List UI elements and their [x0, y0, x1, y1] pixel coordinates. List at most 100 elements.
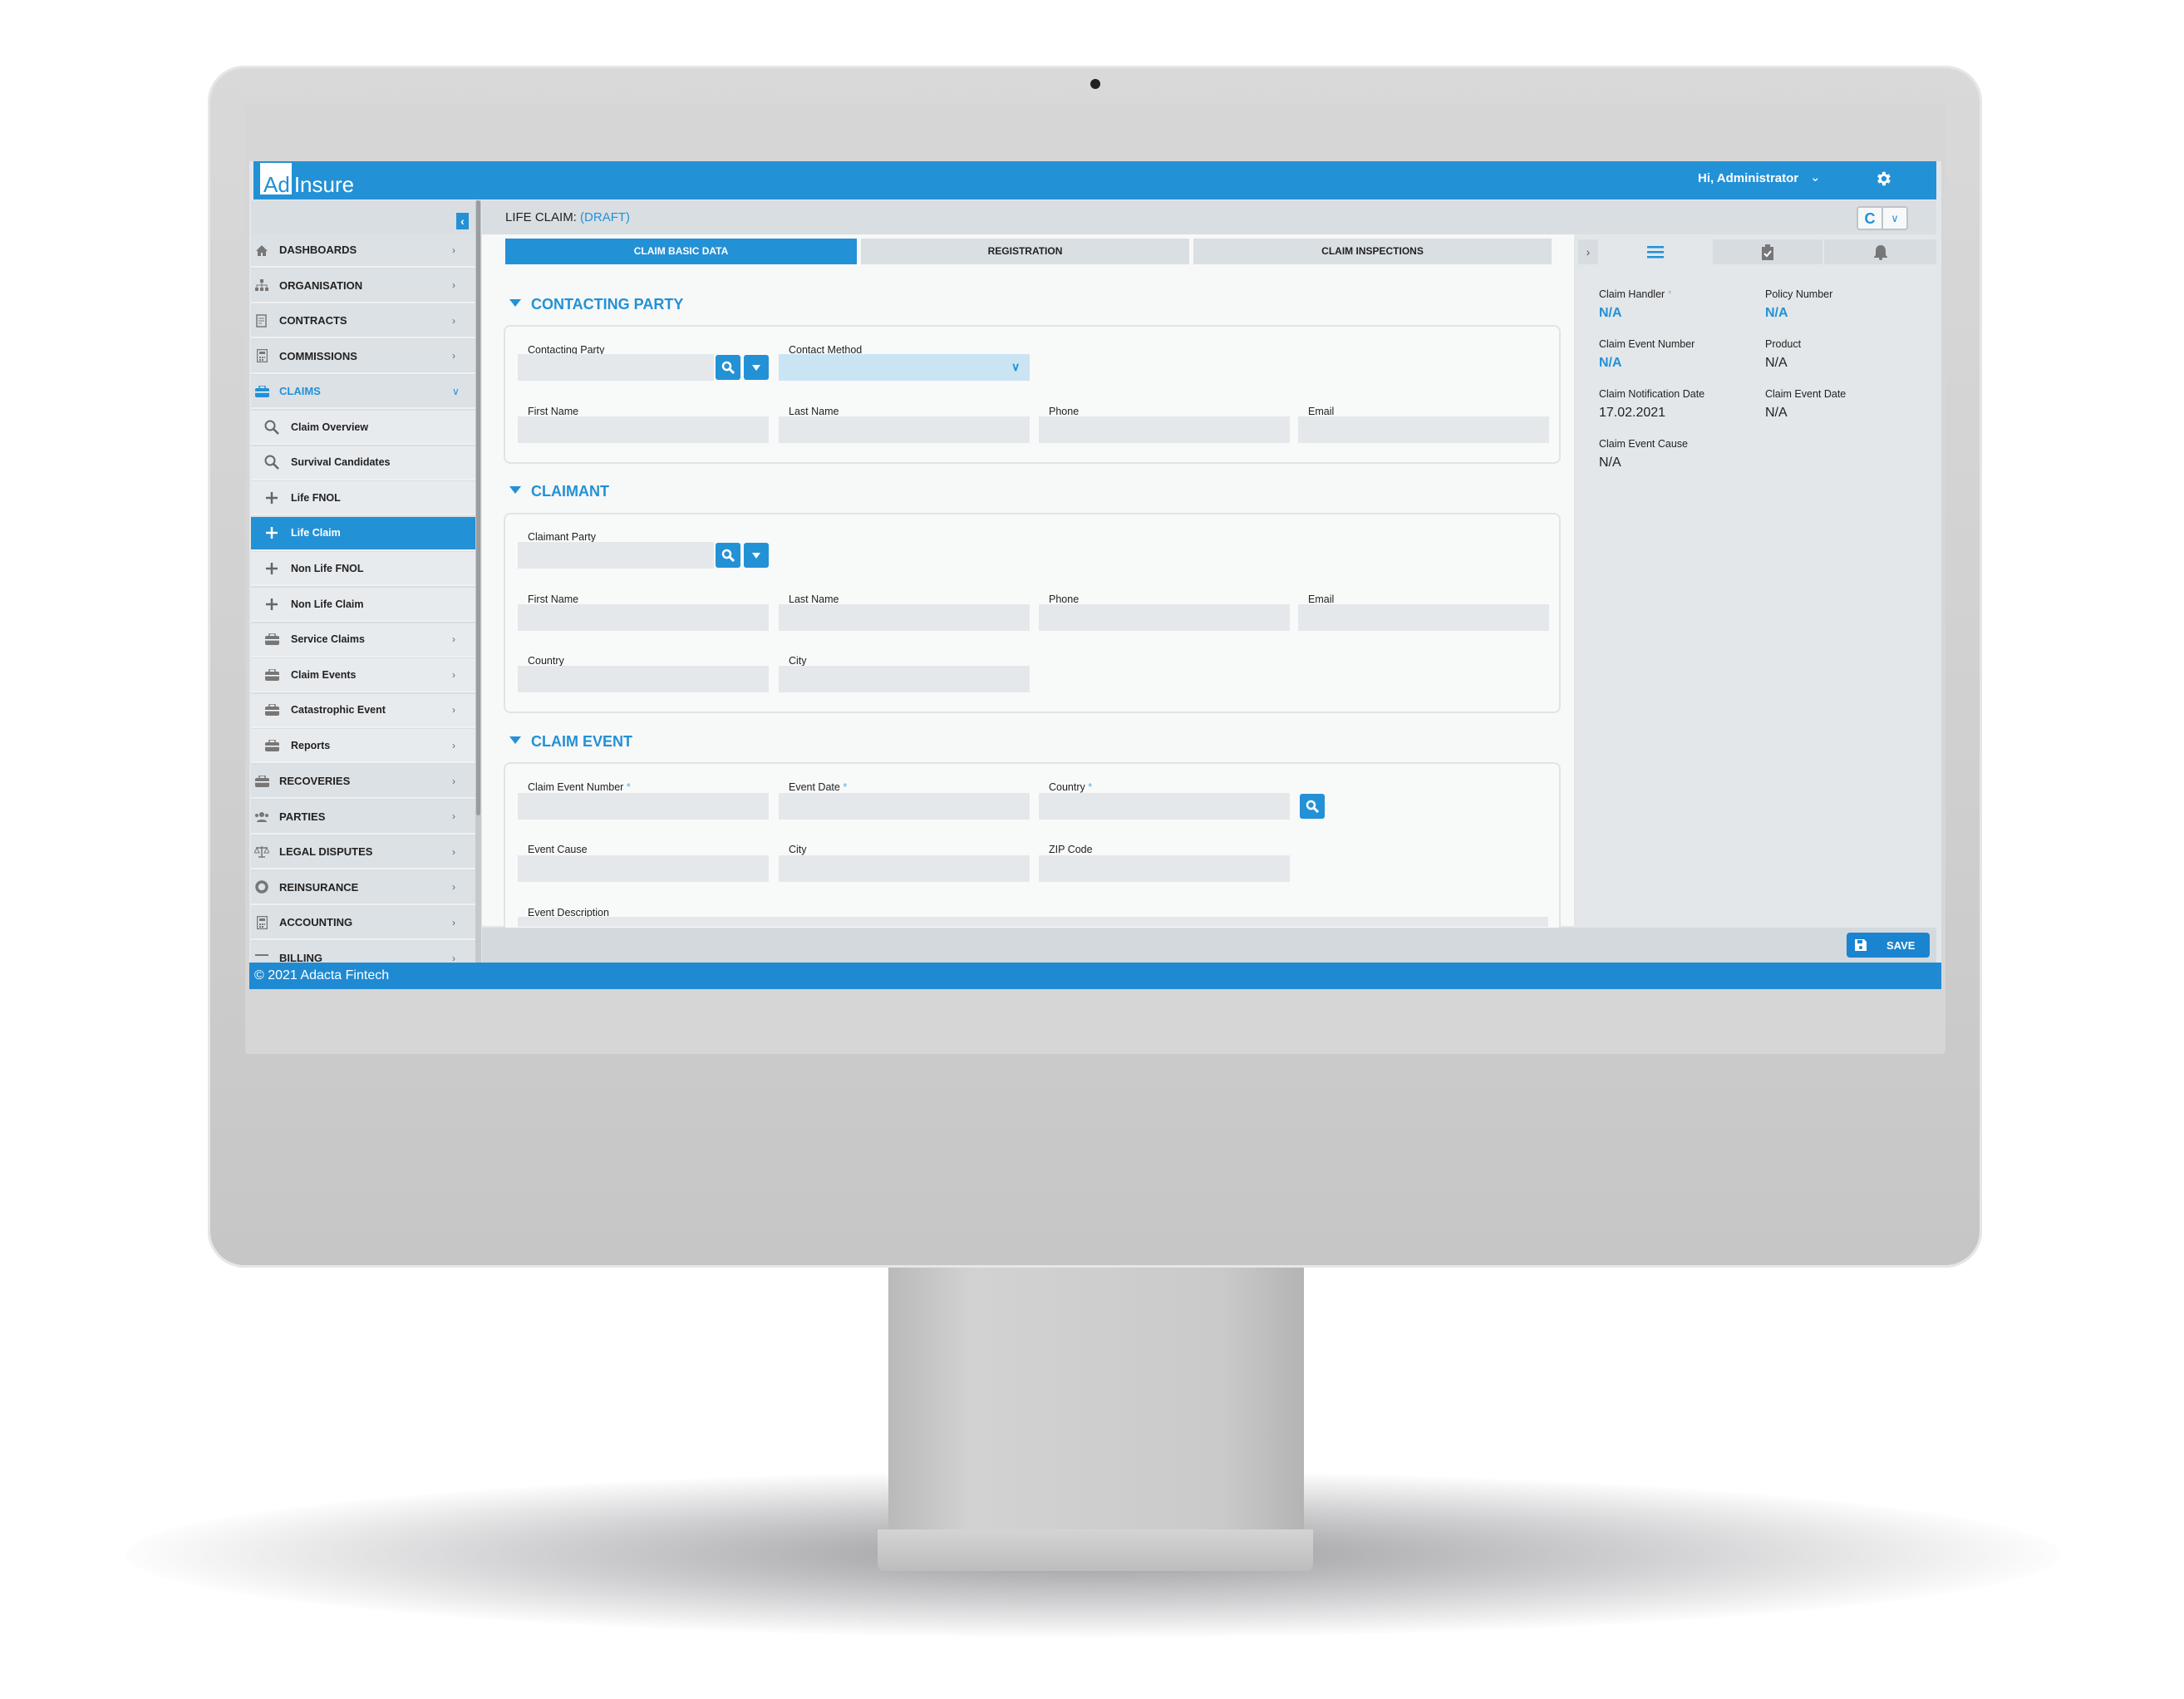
country-label: Country: [528, 655, 564, 667]
claim-event-number-value[interactable]: N/A: [1599, 356, 1622, 371]
sidebar-item-parties[interactable]: PARTIES ›: [251, 800, 475, 835]
claimant-party-dropdown-button[interactable]: [744, 543, 769, 568]
contacting-party-input[interactable]: [518, 354, 714, 381]
summary-tab-notifications[interactable]: [1824, 239, 1936, 264]
phone-input[interactable]: [1039, 604, 1290, 631]
page-title-text: LIFE CLAIM:: [505, 210, 577, 224]
summary-tab-details[interactable]: [1600, 239, 1711, 264]
section-claim-event-header[interactable]: CLAIM EVENT: [509, 733, 632, 751]
page-title: LIFE CLAIM: (DRAFT): [505, 210, 630, 224]
first-name-input[interactable]: [518, 604, 769, 631]
sidebar-item-non-life-claim[interactable]: Non Life Claim: [251, 588, 475, 622]
sidebar-item-claims[interactable]: CLAIMS ∨: [251, 375, 475, 410]
email-label: Email: [1308, 406, 1334, 417]
field-label-text: First Name: [528, 406, 579, 417]
sidebar-item-reinsurance[interactable]: REINSURANCE ›: [251, 870, 475, 905]
chevron-right-icon: ›: [452, 739, 455, 751]
tab-claim-basic-data[interactable]: CLAIM BASIC DATA: [505, 239, 857, 264]
zip-code-input[interactable]: [1039, 855, 1290, 882]
sidebar-item-label: ACCOUNTING: [279, 916, 353, 929]
chevron-down-icon: ∨: [452, 385, 460, 397]
claimant-party-input[interactable]: [518, 542, 714, 569]
country-input[interactable]: [518, 666, 769, 692]
sidebar-scrollbar[interactable]: [475, 200, 481, 963]
sidebar-item-service-claims[interactable]: Service Claims ›: [251, 623, 475, 657]
sidebar-item-claim-events[interactable]: Claim Events ›: [251, 658, 475, 693]
user-menu[interactable]: Hi, Administrator: [1698, 171, 1798, 185]
country-search-button[interactable]: [1300, 794, 1325, 819]
tab-registration[interactable]: REGISTRATION: [861, 239, 1189, 264]
chevron-down-icon[interactable]: ⌄: [1810, 170, 1821, 185]
gear-icon[interactable]: [1874, 170, 1892, 192]
search-icon: [721, 549, 735, 562]
event-cause-label: Event Cause: [528, 844, 588, 855]
app-window: Ad Insure Hi, Administrator ⌄ ‹ DASHBOARD…: [249, 161, 1941, 989]
sidebar-item-catastrophic-event[interactable]: Catastrophic Event ›: [251, 693, 475, 728]
city-input[interactable]: [779, 855, 1030, 882]
collapse-sidebar-button[interactable]: ‹: [456, 213, 469, 229]
sidebar-item-claim-overview[interactable]: Claim Overview: [251, 411, 475, 445]
first-name-input[interactable]: [518, 416, 769, 443]
sidebar-item-dashboards[interactable]: DASHBOARDS ›: [251, 234, 475, 268]
chevron-right-icon: ›: [452, 881, 455, 894]
version-button[interactable]: C: [1858, 208, 1883, 229]
sidebar-item-label: Catastrophic Event: [291, 704, 386, 717]
sidebar-item-reports[interactable]: Reports ›: [251, 729, 475, 764]
claimant-party-search-button[interactable]: [716, 543, 740, 568]
contacting-party-search-button[interactable]: [716, 355, 740, 380]
contact-method-input[interactable]: [779, 354, 1030, 381]
sidebar-item-life-claim[interactable]: Life Claim: [251, 516, 475, 551]
expand-panel-icon[interactable]: ›: [1578, 239, 1598, 264]
city-label: City: [789, 655, 807, 667]
top-header: Ad Insure Hi, Administrator ⌄: [253, 161, 1936, 199]
chevron-right-icon: ›: [452, 633, 455, 646]
briefcase-icon: [264, 738, 279, 753]
sidebar-item-non-life-fnol[interactable]: Non Life FNOL: [251, 552, 475, 587]
claim-handler-value[interactable]: N/A: [1599, 306, 1622, 321]
last-name-input[interactable]: [779, 604, 1030, 631]
summary-tab-tasks[interactable]: [1713, 239, 1822, 264]
chevron-right-icon: ›: [452, 916, 455, 928]
policy-number-value[interactable]: N/A: [1765, 306, 1788, 321]
country-input[interactable]: [1039, 793, 1290, 820]
policy-number-label: Policy Number: [1765, 288, 1832, 300]
chevron-down-icon[interactable]: ∨: [1011, 360, 1020, 374]
claim-event-date-label: Claim Event Date: [1765, 388, 1846, 400]
scrollbar-thumb[interactable]: [476, 200, 480, 815]
sidebar: ‹ DASHBOARDS › ORGANISATION › CONTRACTS › COMM…: [251, 200, 475, 963]
sidebar-item-organisation[interactable]: ORGANISATION ›: [251, 268, 475, 303]
phone-input[interactable]: [1039, 416, 1290, 443]
contacting-party-dropdown-button[interactable]: [744, 355, 769, 380]
sidebar-item-accounting[interactable]: ACCOUNTING ›: [251, 906, 475, 941]
sidebar-item-recoveries[interactable]: RECOVERIES ›: [251, 765, 475, 799]
sidebar-item-legal-disputes[interactable]: LEGAL DISPUTES ›: [251, 835, 475, 870]
sidebar-item-contracts[interactable]: CONTRACTS ›: [251, 304, 475, 339]
section-claimant-header[interactable]: CLAIMANT: [509, 483, 609, 500]
sidebar-item-life-fnol[interactable]: Life FNOL: [251, 481, 475, 516]
email-input[interactable]: [1298, 416, 1549, 443]
section-contacting-party-header[interactable]: CONTACTING PARTY: [509, 296, 683, 313]
briefcase-icon: [264, 702, 279, 717]
calculator-icon: [254, 915, 269, 930]
sidebar-item-label: COMMISSIONS: [279, 349, 357, 362]
last-name-label: Last Name: [789, 406, 839, 417]
field-label-text: Email: [1308, 593, 1335, 605]
chevron-down-icon[interactable]: ∨: [1883, 208, 1906, 229]
email-input[interactable]: [1298, 604, 1549, 631]
adinsure-logo[interactable]: Ad Insure: [260, 163, 354, 197]
event-date-input[interactable]: [779, 793, 1030, 820]
tab-claim-inspections[interactable]: CLAIM INSPECTIONS: [1193, 239, 1552, 264]
city-input[interactable]: [779, 666, 1030, 692]
save-button[interactable]: SAVE: [1847, 933, 1930, 958]
event-description-input[interactable]: [518, 917, 1548, 927]
clipboard-check-icon: [1762, 244, 1773, 260]
event-cause-input[interactable]: [518, 855, 769, 882]
last-name-input[interactable]: [779, 416, 1030, 443]
sidebar-item-commissions[interactable]: COMMISSIONS ›: [251, 339, 475, 374]
sidebar-item-billing[interactable]: BILLING ›: [251, 942, 475, 963]
field-label-text: Claimant Party: [528, 531, 596, 543]
claim-event-number-input[interactable]: [518, 793, 769, 820]
summary-label-text: Claim Event Number: [1599, 338, 1695, 350]
version-dropdown[interactable]: C ∨: [1857, 206, 1908, 230]
sidebar-item-survival-candidates[interactable]: Survival Candidates: [251, 446, 475, 480]
